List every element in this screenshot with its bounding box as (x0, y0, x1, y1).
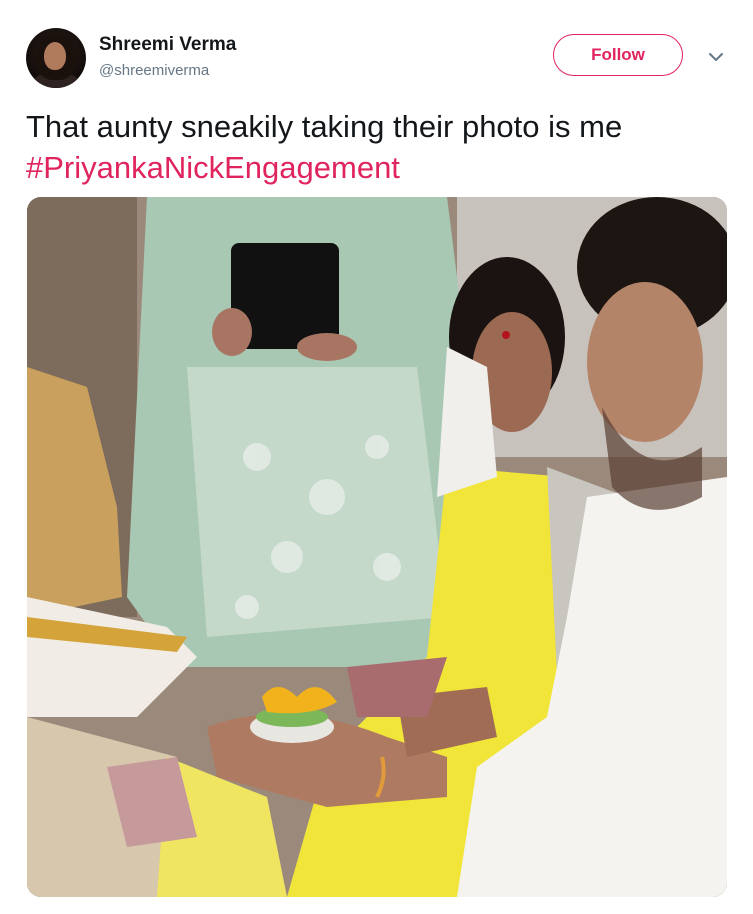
tweet-card: Shreemi Verma @shreemiverma Follow That … (0, 0, 753, 914)
avatar-face (44, 42, 66, 70)
tweet-text: That aunty sneakily taking their photo i… (26, 106, 726, 188)
tweet-text-body: That aunty sneakily taking their photo i… (26, 109, 623, 144)
user-handle[interactable]: @shreemiverma (99, 62, 209, 79)
follow-button[interactable]: Follow (553, 34, 683, 76)
tweet-photo[interactable] (27, 197, 727, 897)
hashtag-link[interactable]: #PriyankaNickEngagement (26, 147, 726, 188)
user-display-name[interactable]: Shreemi Verma (99, 34, 236, 56)
avatar[interactable] (26, 28, 86, 88)
photo-illustration (27, 197, 727, 897)
chevron-down-icon[interactable] (705, 46, 727, 68)
